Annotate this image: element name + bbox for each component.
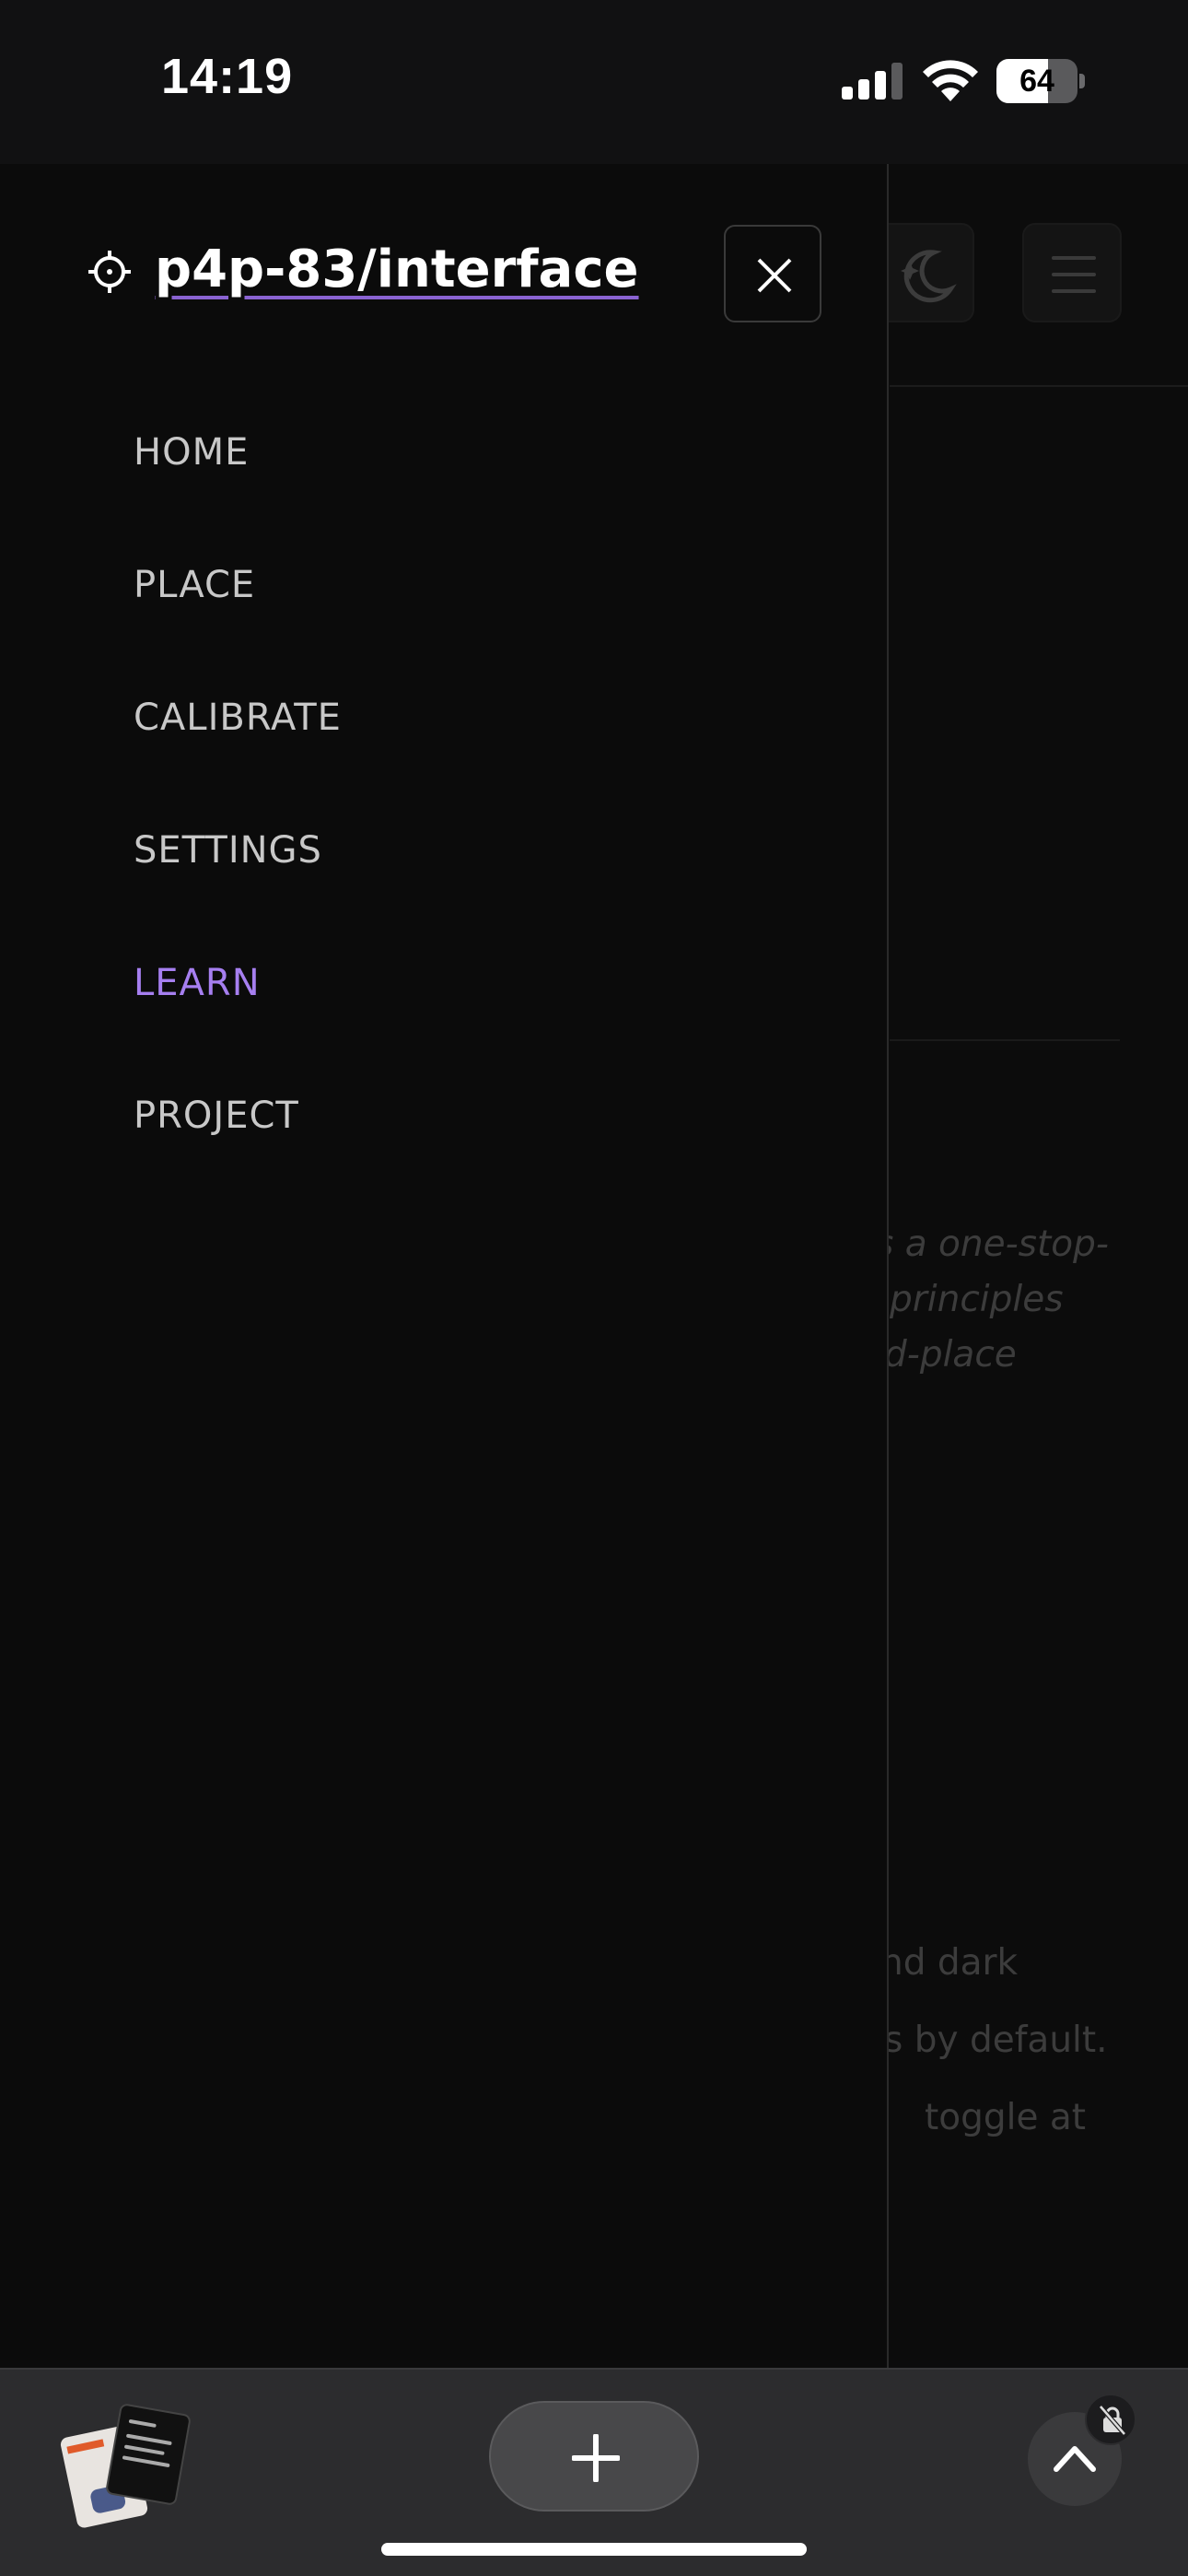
chevron-up-icon	[1054, 2446, 1096, 2472]
browser-bottom-bar	[0, 2368, 1188, 2576]
wifi-icon	[923, 60, 978, 101]
menu-button	[1022, 223, 1122, 322]
close-drawer-button[interactable]	[724, 225, 821, 322]
intro-line-1: s a one-stop-	[875, 1224, 1109, 1265]
theme-toggle-button	[875, 223, 974, 322]
crosshair-icon	[88, 251, 131, 293]
section-divider	[890, 1039, 1120, 1041]
drawer-nav: HOME PLACE CALIBRATE SETTINGS LEARN PROJ…	[134, 431, 342, 1227]
brand-link[interactable]: p4p-83/interface	[155, 240, 639, 299]
nav-item-project[interactable]: PROJECT	[134, 1095, 342, 1227]
tab-thumbnails-icon[interactable]	[59, 2399, 193, 2530]
plus-icon	[572, 2434, 620, 2482]
lock-slash-icon	[1085, 2394, 1136, 2445]
new-tab-button[interactable]	[489, 2401, 699, 2512]
battery-icon: 64	[996, 59, 1085, 103]
moon-stars-icon	[901, 250, 957, 303]
screen: 14:19 64 s a one-stop- principles d-plac…	[0, 0, 1188, 2576]
cellular-signal-icon	[842, 63, 903, 100]
header-divider	[890, 385, 1188, 387]
status-bar: 14:19 64	[0, 0, 1188, 164]
nav-item-home[interactable]: HOME	[134, 431, 342, 564]
body-line-3: toggle at	[925, 2097, 1087, 2138]
intro-line-2: principles	[890, 1279, 1064, 1320]
nav-item-place[interactable]: PLACE	[134, 564, 342, 697]
nav-item-settings[interactable]: SETTINGS	[134, 829, 342, 962]
status-time: 14:19	[161, 49, 294, 104]
nav-drawer: p4p-83/interface HOME PLACE CALIBRATE SE…	[0, 164, 889, 2368]
home-indicator	[381, 2543, 807, 2556]
body-line-1: nd dark	[880, 1942, 1019, 1984]
intro-line-3: d-place	[884, 1334, 1017, 1376]
nav-item-calibrate[interactable]: CALIBRATE	[134, 697, 342, 829]
battery-percent: 64	[1019, 64, 1054, 99]
close-icon	[757, 258, 792, 293]
nav-item-learn[interactable]: LEARN	[134, 962, 342, 1095]
body-line-2: s by default.	[884, 2020, 1108, 2061]
